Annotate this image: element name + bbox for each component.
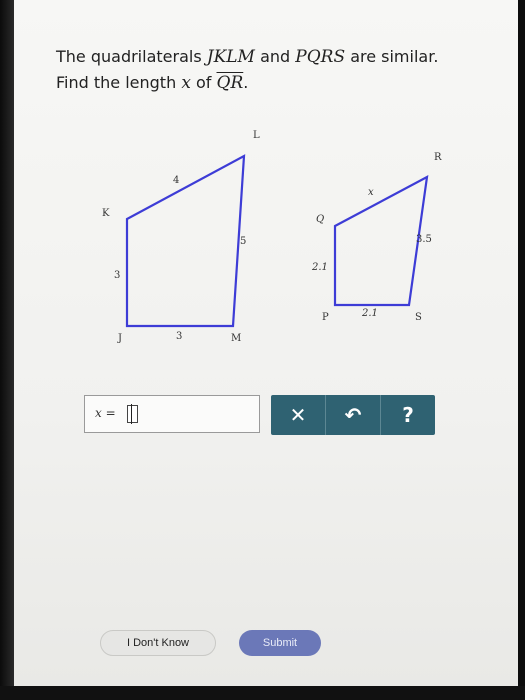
- dont-know-button[interactable]: I Don't Know: [100, 630, 216, 656]
- quadrilateral-jklm: [125, 154, 246, 328]
- submit-button[interactable]: Submit: [239, 630, 321, 656]
- device-bezel-bottom: [0, 686, 525, 700]
- side-label-QR: x: [368, 187, 374, 198]
- side-label-RS: 3.5: [416, 234, 432, 245]
- answer-toolbar: ✕ ↶ ?: [271, 395, 435, 435]
- vertex-label-K: K: [102, 208, 110, 219]
- vertex-label-R: R: [434, 152, 442, 163]
- clear-button[interactable]: ✕: [271, 395, 326, 435]
- side-label-PS: 2.1: [361, 308, 378, 319]
- vertex-label-L: L: [253, 130, 260, 141]
- side-label-JM: 3: [176, 331, 182, 342]
- help-button[interactable]: ?: [381, 395, 435, 435]
- vertex-label-Q: Q: [316, 214, 324, 225]
- vertex-label-J: J: [117, 333, 122, 344]
- quadrilateral-pqrs: [333, 175, 429, 307]
- close-icon: ✕: [289, 403, 307, 427]
- vertex-label-M: M: [231, 333, 241, 344]
- side-label-PQ: 2.1: [311, 262, 328, 273]
- vertex-label-S: S: [415, 312, 422, 323]
- quadrilateral-figure: L K J M 4 5 3 3 R Q P S x 3.5 2.1 2.1: [102, 130, 442, 344]
- side-label-JK: 3: [114, 270, 120, 281]
- answer-box[interactable]: x =: [84, 395, 260, 433]
- vertex-label-P: P: [322, 312, 329, 323]
- answer-input[interactable]: [127, 404, 138, 424]
- undo-button[interactable]: ↶: [326, 395, 381, 435]
- undo-icon: ↶: [344, 403, 362, 427]
- side-label-LM: 5: [240, 236, 246, 247]
- help-icon: ?: [402, 403, 414, 427]
- answer-label: x =: [95, 406, 116, 420]
- side-label-KL: 4: [173, 175, 179, 186]
